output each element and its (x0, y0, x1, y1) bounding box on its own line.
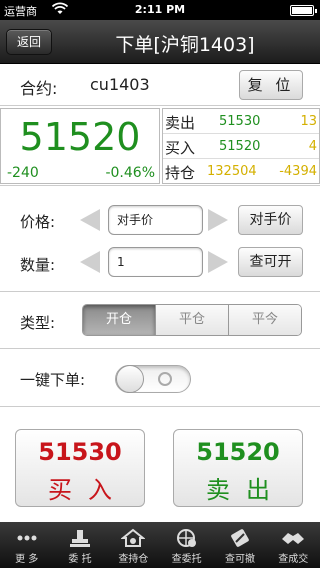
more-icon (17, 535, 37, 541)
tab-deals[interactable]: 查成交 (267, 522, 320, 568)
query-openable-button[interactable]: 查可开 (238, 247, 303, 277)
type-open-segment[interactable]: 开仓 (83, 305, 156, 335)
toggle-knob (116, 365, 144, 393)
price-label: 价格: (20, 213, 56, 231)
bid-volume: 4 (308, 139, 317, 154)
sell-price: 51520 (196, 438, 280, 466)
price-change-percent: -0.46% (105, 165, 155, 181)
contract-label: 合约: (20, 79, 58, 98)
quantity-decrease-arrow-icon[interactable] (80, 251, 100, 273)
position-icon (121, 528, 146, 547)
tab-query-orders[interactable]: 查委托 (160, 522, 213, 568)
depth-box: 卖出 51530 13 买入 51520 4 持仓 132504 -4394 (162, 108, 320, 184)
order-icon (69, 530, 90, 547)
last-price-box: 51520 -240 -0.46% (0, 108, 160, 184)
ask-price: 51530 (219, 114, 261, 129)
open-interest-row: 持仓 132504 -4394 (163, 159, 319, 184)
tab-order-label: 委 托 (68, 554, 92, 565)
price-input[interactable]: 对手价 (108, 205, 203, 235)
last-price: 51520 (19, 115, 141, 159)
tab-bar: 更 多 委 托 查持仓 查委托 查可撤 查成交 (0, 522, 320, 568)
contract-row: 合约: cu1403 复 位 (0, 64, 320, 106)
open-interest-change: -4394 (279, 164, 317, 179)
battery-icon (290, 5, 317, 16)
type-close-today-segment[interactable]: 平今 (229, 305, 301, 335)
status-bar: 运营商 2:11 PM (0, 0, 320, 20)
open-interest-label: 持仓 (165, 164, 196, 182)
status-time: 2:11 PM (134, 3, 186, 16)
quick-order-label: 一键下单: (20, 371, 86, 389)
nav-bar: 返回 下单[沪铜1403] (0, 20, 320, 64)
bid-label: 买入 (165, 139, 196, 157)
toggle-off-indicator-icon (158, 372, 172, 386)
cancel-icon (231, 529, 249, 547)
bid-price: 51520 (219, 139, 261, 154)
quick-order-toggle[interactable] (115, 365, 191, 393)
tab-positions[interactable]: 查持仓 (107, 522, 160, 568)
tab-more[interactable]: 更 多 (0, 522, 53, 568)
sell-button[interactable]: 51520 卖出 (173, 429, 303, 507)
quote-panel: 51520 -240 -0.46% 卖出 51530 13 买入 51520 4… (0, 106, 320, 186)
sell-label: 卖出 (206, 476, 286, 504)
price-decrease-arrow-icon[interactable] (80, 209, 100, 231)
tab-order[interactable]: 委 托 (53, 522, 106, 568)
trade-panel: 51530 买入 51520 卖出 (0, 407, 320, 522)
contract-code[interactable]: cu1403 (90, 75, 150, 94)
buy-label: 买入 (48, 476, 128, 504)
price-change: -240 (7, 165, 39, 181)
tab-cancelable[interactable]: 查可撤 (213, 522, 266, 568)
query-order-icon (176, 529, 196, 547)
ask-volume: 13 (300, 114, 317, 129)
back-button[interactable]: 返回 (6, 29, 52, 55)
type-panel: 类型: 开仓 平仓 平今 (0, 292, 320, 349)
tab-positions-label: 查持仓 (118, 554, 149, 565)
open-interest-value: 132504 (207, 164, 257, 179)
quick-order-panel: 一键下单: (0, 349, 320, 407)
quantity-label: 数量: (20, 256, 56, 274)
deal-icon (282, 533, 305, 544)
quantity-increase-arrow-icon[interactable] (208, 251, 228, 273)
tab-query-orders-label: 查委托 (171, 554, 202, 565)
quantity-input[interactable]: 1 (108, 247, 203, 277)
buy-button[interactable]: 51530 买入 (15, 429, 145, 507)
price-increase-arrow-icon[interactable] (208, 209, 228, 231)
order-panel: 价格: 对手价 对手价 数量: 1 查可开 (0, 186, 320, 292)
type-segmented-control: 开仓 平仓 平今 (82, 304, 302, 336)
buy-price: 51530 (38, 438, 122, 466)
ask-row: 卖出 51530 13 (163, 109, 319, 134)
page-title: 下单[沪铜1403] (115, 34, 255, 56)
ask-label: 卖出 (165, 114, 196, 132)
counterparty-price-button[interactable]: 对手价 (238, 205, 303, 235)
reset-button[interactable]: 复 位 (239, 70, 303, 100)
tab-more-label: 更 多 (15, 554, 39, 565)
bid-row: 买入 51520 4 (163, 134, 319, 159)
tab-deals-label: 查成交 (278, 554, 309, 565)
type-close-segment[interactable]: 平仓 (156, 305, 229, 335)
type-label: 类型: (20, 314, 56, 332)
tab-cancelable-label: 查可撤 (224, 554, 255, 565)
